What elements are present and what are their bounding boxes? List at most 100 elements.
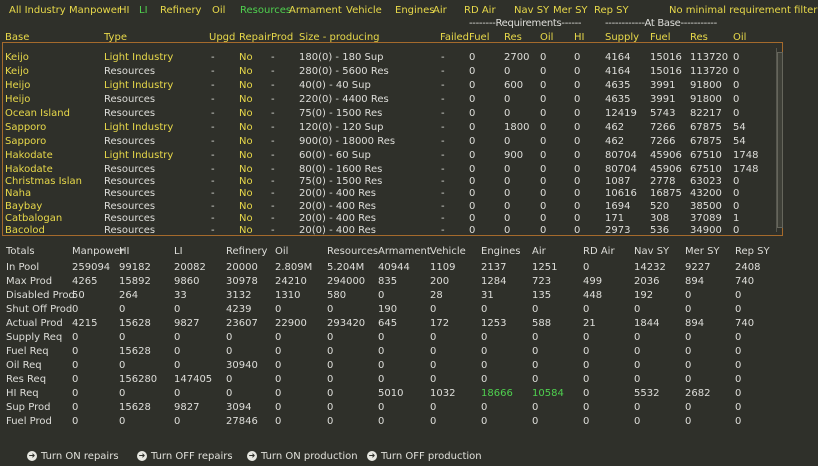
totals-col-armament: Armament bbox=[378, 246, 431, 257]
base-res: 113720 bbox=[690, 52, 729, 63]
totals-cell: 588 bbox=[532, 318, 552, 329]
totals-cell: 0 bbox=[327, 332, 334, 343]
totals-col-air: Air bbox=[532, 246, 546, 257]
base-type: Resources bbox=[104, 225, 156, 236]
filter-resources[interactable]: Resources bbox=[240, 5, 291, 17]
req-res: 0 bbox=[504, 225, 511, 236]
base-oil: 0 bbox=[733, 80, 740, 91]
base-failed: - bbox=[441, 201, 445, 212]
filter-rep-sy[interactable]: Rep SY bbox=[594, 5, 629, 17]
req-oil: 0 bbox=[540, 80, 547, 91]
totals-cell: 0 bbox=[583, 374, 590, 385]
totals-cell: 0 bbox=[532, 304, 539, 315]
filter-engines[interactable]: Engines bbox=[395, 5, 434, 17]
base-name[interactable]: Ocean Island bbox=[5, 108, 70, 120]
base-repair: No bbox=[239, 108, 253, 119]
totals-row-label: Sup Prod bbox=[6, 402, 51, 413]
turn-on-repairs-button[interactable]: ➜ Turn ON repairs bbox=[27, 449, 119, 463]
totals-col-li: LI bbox=[174, 246, 183, 257]
base-name[interactable]: Sapporo bbox=[5, 122, 46, 134]
base-repair: No bbox=[239, 164, 253, 175]
filter-no-minimal-requirement[interactable]: No minimal requirement filter bbox=[669, 5, 817, 17]
totals-cell: 0 bbox=[735, 416, 742, 427]
turn-on-repairs-label: Turn ON repairs bbox=[41, 450, 119, 462]
filter-manpower[interactable]: Manpower bbox=[69, 5, 121, 17]
base-name[interactable]: Hakodate bbox=[5, 164, 53, 176]
req-oil: 0 bbox=[540, 176, 547, 187]
base-name[interactable]: Catbalogan bbox=[5, 213, 62, 225]
req-oil: 0 bbox=[540, 201, 547, 212]
base-upgd: - bbox=[211, 52, 215, 63]
base-fuel: 15016 bbox=[650, 52, 682, 63]
totals-cell: 0 bbox=[583, 332, 590, 343]
base-name[interactable]: Hakodate bbox=[5, 150, 53, 162]
base-prod: - bbox=[271, 150, 275, 161]
filter-rd-air[interactable]: RD Air bbox=[464, 5, 496, 17]
base-oil: 0 bbox=[733, 176, 740, 187]
base-name[interactable]: Baybay bbox=[5, 201, 42, 213]
base-prod: - bbox=[271, 52, 275, 63]
req-hi: 0 bbox=[574, 52, 581, 63]
filter-nav-sy[interactable]: Nav SY bbox=[514, 5, 549, 17]
filter-hi[interactable]: HI bbox=[119, 5, 129, 17]
base-name[interactable]: Christmas Islan bbox=[5, 176, 82, 188]
base-type: Resources bbox=[104, 164, 156, 175]
base-name[interactable]: Heijo bbox=[5, 80, 30, 92]
turn-on-production-button[interactable]: ➜ Turn ON production bbox=[247, 449, 358, 463]
totals-cell: 0 bbox=[481, 304, 488, 315]
totals-cell: 0 bbox=[174, 416, 181, 427]
totals-cell: 190 bbox=[378, 304, 398, 315]
base-name[interactable]: Keijo bbox=[5, 66, 29, 78]
base-oil: 1748 bbox=[733, 150, 759, 161]
base-name[interactable]: Sapporo bbox=[5, 136, 46, 148]
filter-oil[interactable]: Oil bbox=[212, 5, 225, 17]
base-res: 91800 bbox=[690, 94, 722, 105]
base-supply: 4164 bbox=[605, 52, 631, 63]
turn-off-production-button[interactable]: ➜ Turn OFF production bbox=[367, 449, 482, 463]
base-name[interactable]: Naha bbox=[5, 188, 31, 200]
filter-li[interactable]: LI bbox=[139, 5, 148, 17]
base-failed: - bbox=[441, 108, 445, 119]
base-fuel: 520 bbox=[650, 201, 670, 212]
base-name[interactable]: Heijo bbox=[5, 94, 30, 106]
totals-cell: 0 bbox=[685, 416, 692, 427]
req-oil: 0 bbox=[540, 213, 547, 224]
totals-cell: 0 bbox=[275, 332, 282, 343]
filter-armament[interactable]: Armament bbox=[289, 5, 342, 17]
totals-cell: 0 bbox=[532, 374, 539, 385]
base-fuel: 536 bbox=[650, 225, 670, 236]
filter-vehicle[interactable]: Vehicle bbox=[346, 5, 382, 17]
turn-off-repairs-button[interactable]: ➜ Turn OFF repairs bbox=[137, 449, 233, 463]
base-oil: 0 bbox=[733, 66, 740, 77]
base-upgd: - bbox=[211, 188, 215, 199]
filter-mer-sy[interactable]: Mer SY bbox=[553, 5, 588, 17]
filter-refinery[interactable]: Refinery bbox=[160, 5, 201, 17]
totals-cell: 5532 bbox=[634, 388, 660, 399]
filter-air[interactable]: Air bbox=[433, 5, 447, 17]
req-hi: 0 bbox=[574, 80, 581, 91]
base-failed: - bbox=[441, 225, 445, 236]
scrollbar-thumb[interactable] bbox=[777, 52, 783, 228]
req-fuel: 0 bbox=[469, 225, 476, 236]
totals-cell: 40944 bbox=[378, 262, 410, 273]
base-name[interactable]: Bacolod bbox=[5, 225, 45, 237]
totals-cell: 1844 bbox=[634, 318, 660, 329]
totals-cell: 2137 bbox=[481, 262, 507, 273]
totals-cell: 0 bbox=[532, 332, 539, 343]
totals-cell: 0 bbox=[481, 332, 488, 343]
totals-cell: 0 bbox=[378, 332, 385, 343]
at-base-group-header: ------------At Base----------- bbox=[605, 18, 717, 29]
totals-cell: 0 bbox=[685, 346, 692, 357]
req-oil: 0 bbox=[540, 164, 547, 175]
totals-cell: 0 bbox=[634, 332, 641, 343]
filter-all-industry[interactable]: All Industry bbox=[9, 5, 66, 17]
req-res: 0 bbox=[504, 164, 511, 175]
totals-cell: 0 bbox=[119, 416, 126, 427]
base-name[interactable]: Keijo bbox=[5, 52, 29, 64]
totals-cell: 2.809M bbox=[275, 262, 313, 273]
totals-cell: 0 bbox=[532, 360, 539, 371]
base-fuel: 308 bbox=[650, 213, 670, 224]
totals-cell: 894 bbox=[685, 276, 705, 287]
req-oil: 0 bbox=[540, 108, 547, 119]
totals-cell: 0 bbox=[430, 304, 437, 315]
